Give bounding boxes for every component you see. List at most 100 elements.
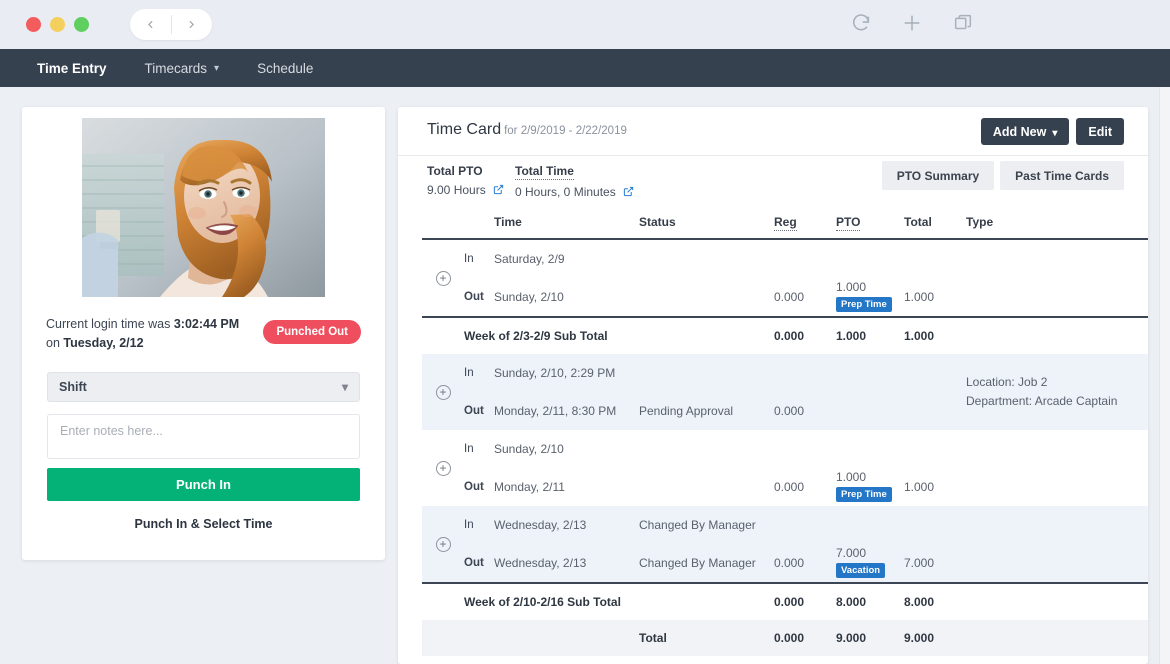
maximize-window-button[interactable] <box>74 17 89 32</box>
grand-total-row: Total 0.000 9.000 9.000 <box>422 620 1148 656</box>
reg-value: 0.000 <box>774 290 804 304</box>
login-on-text: on <box>46 336 63 350</box>
login-prefix-text: Current login time was <box>46 317 174 331</box>
close-window-button[interactable] <box>26 17 41 32</box>
nav-item-schedule[interactable]: Schedule <box>238 49 332 87</box>
chevron-down-icon: ▾ <box>1052 128 1057 139</box>
plus-circle-icon[interactable]: + <box>436 271 451 286</box>
total-time-block: Total Time 0 Hours, 0 Minutes <box>515 164 634 199</box>
minimize-window-button[interactable] <box>50 17 65 32</box>
pto-value: 1.000 <box>836 470 904 484</box>
type-line-department: Department: Arcade Captain <box>966 392 1148 411</box>
chevron-right-icon <box>185 18 198 31</box>
pto-cell: 1.000 Prep Time <box>836 239 904 317</box>
punch-clock-card: Current login time was 3:02:44 PM on Tue… <box>22 107 385 560</box>
pto-cell: 7.000 Vacation <box>836 506 904 583</box>
type-cell <box>966 430 1148 506</box>
in-label: In <box>464 253 474 265</box>
pto-summary-button[interactable]: PTO Summary <box>882 161 994 190</box>
total-cell: 1.000 <box>904 239 966 317</box>
reg-value: 0.000 <box>774 404 804 418</box>
table-row[interactable]: + In Out Wednesday, 2/13 Wednesday, 2/13… <box>422 506 1148 583</box>
subtotal-reg: 0.000 <box>774 317 836 354</box>
time-card-header-buttons: Add New▾ Edit <box>981 118 1124 145</box>
time-cell: Sunday, 2/10 Monday, 2/11 <box>494 430 639 506</box>
time-card-title-text: Time Card <box>427 121 501 138</box>
col-total: Total <box>904 209 966 239</box>
punch-in-button[interactable]: Punch In <box>47 468 360 501</box>
notes-input[interactable] <box>47 414 360 459</box>
copy-windows-icon[interactable] <box>952 12 974 34</box>
shift-select[interactable]: Shift ▾ <box>47 372 360 402</box>
total-time-label[interactable]: Total Time <box>515 164 574 180</box>
external-link-icon[interactable] <box>493 184 504 195</box>
edit-button[interactable]: Edit <box>1076 118 1124 145</box>
total-pto-value: 9.00 Hours <box>427 183 486 197</box>
login-day-value: Tuesday, 2/12 <box>63 336 143 350</box>
out-time: Monday, 2/11, 8:30 PM <box>494 404 616 418</box>
in-time: Wednesday, 2/13 <box>494 518 586 532</box>
expand-cell: + <box>422 354 464 430</box>
col-pto-label[interactable]: PTO <box>836 215 860 231</box>
external-link-icon[interactable] <box>623 186 634 197</box>
subtotal-total: 8.000 <box>904 583 966 620</box>
browser-toolbar-right <box>850 12 974 34</box>
grand-total-reg: 0.000 <box>774 620 836 656</box>
nav-item-timecards[interactable]: Timecards ▾ <box>126 49 239 87</box>
back-button[interactable] <box>130 9 171 40</box>
in-label: In <box>464 443 474 455</box>
plus-circle-icon[interactable]: + <box>436 537 451 552</box>
table-header-row: Time Status Reg PTO Total Type <box>422 209 1148 239</box>
subtotal-pto: 1.000 <box>836 317 904 354</box>
time-card-header: Time Cardfor 2/9/2019 - 2/22/2019 Add Ne… <box>398 107 1148 156</box>
in-time: Sunday, 2/10 <box>494 442 564 456</box>
add-new-button[interactable]: Add New▾ <box>981 118 1070 145</box>
reg-value: 0.000 <box>774 480 804 494</box>
chevron-left-icon <box>144 18 157 31</box>
inout-cell: In Out <box>464 354 494 430</box>
reload-icon[interactable] <box>850 12 872 34</box>
table-row[interactable]: + In Out Sunday, 2/10, 2:29 PM Monday, 2… <box>422 354 1148 430</box>
plus-circle-icon[interactable]: + <box>436 385 451 400</box>
grand-total-pto: 9.000 <box>836 620 904 656</box>
total-value: 1.000 <box>904 480 934 494</box>
plus-icon[interactable] <box>901 12 923 34</box>
time-card-table-wrap: Time Status Reg PTO Total Type + <box>398 209 1148 656</box>
status-cell: Changed By Manager Changed By Manager <box>639 506 774 583</box>
subtotal-pto: 8.000 <box>836 583 904 620</box>
out-time: Wednesday, 2/13 <box>494 556 586 570</box>
table-row[interactable]: + In Out Saturday, 2/9 Sunday, 2/10 <box>422 239 1148 317</box>
in-label: In <box>464 519 474 531</box>
time-card-date-range: for 2/9/2019 - 2/22/2019 <box>504 125 627 137</box>
col-reg-label[interactable]: Reg <box>774 215 797 231</box>
pto-type-badge: Prep Time <box>836 487 892 502</box>
shift-select-value: Shift <box>59 380 87 394</box>
col-reg: Reg <box>774 209 836 239</box>
pto-type-badge: Vacation <box>836 563 885 578</box>
out-status: Changed By Manager <box>639 556 756 570</box>
inout-cell: In Out <box>464 506 494 583</box>
time-card-summary: Total PTO 9.00 Hours Total Time 0 Hours,… <box>398 156 1148 209</box>
page-scrollbar[interactable] <box>1159 87 1170 664</box>
reg-cell: 0.000 <box>774 506 836 583</box>
reg-cell: 0.000 <box>774 354 836 430</box>
plus-circle-icon[interactable]: + <box>436 461 451 476</box>
subtotal-row: Week of 2/10-2/16 Sub Total 0.000 8.000 … <box>422 583 1148 620</box>
subtotal-type <box>966 583 1148 620</box>
status-badge: Punched Out <box>263 320 361 344</box>
subtotal-total: 1.000 <box>904 317 966 354</box>
grand-total-total: 9.000 <box>904 620 966 656</box>
nav-item-time-entry[interactable]: Time Entry <box>18 49 126 87</box>
past-time-cards-button[interactable]: Past Time Cards <box>1000 161 1124 190</box>
in-label: In <box>464 367 474 379</box>
table-row[interactable]: + In Out Sunday, 2/10 Monday, 2/11 <box>422 430 1148 506</box>
subtotal-label: Week of 2/3-2/9 Sub Total <box>464 317 774 354</box>
in-status: Changed By Manager <box>639 518 756 532</box>
punch-in-select-time-link[interactable]: Punch In & Select Time <box>22 517 385 531</box>
inout-cell: In Out <box>464 239 494 317</box>
time-card-panel: Time Cardfor 2/9/2019 - 2/22/2019 Add Ne… <box>398 107 1148 664</box>
forward-button[interactable] <box>172 9 213 40</box>
chevron-down-icon: ▾ <box>214 63 219 74</box>
navigation-pill <box>130 9 212 40</box>
app-navigation-bar: Time Entry Timecards ▾ Schedule <box>0 49 1170 87</box>
